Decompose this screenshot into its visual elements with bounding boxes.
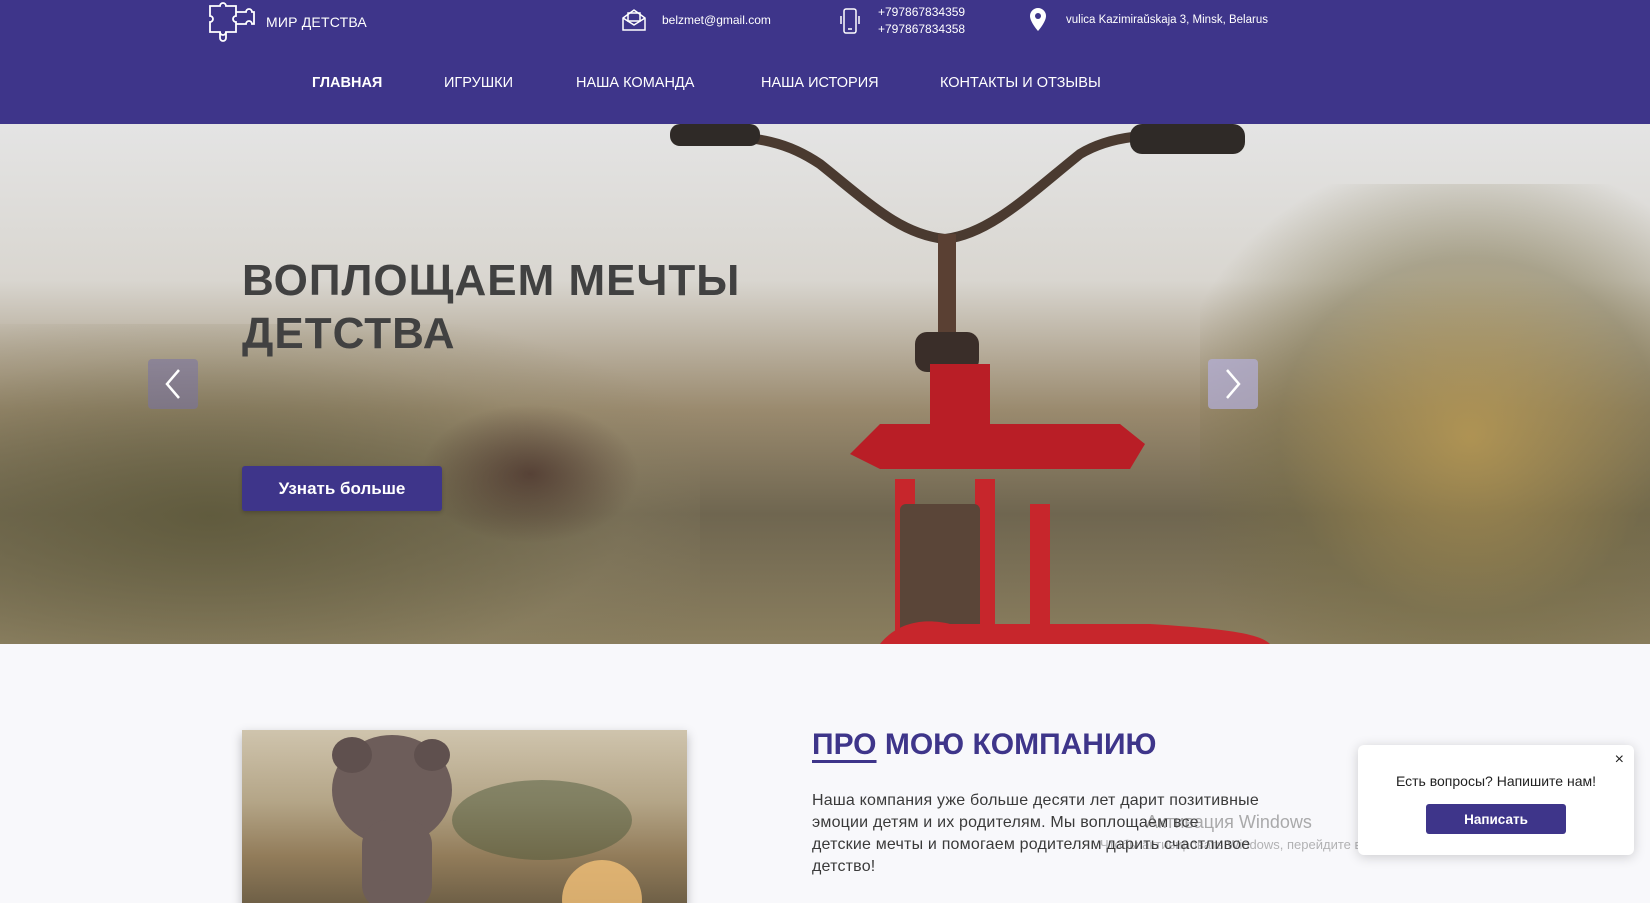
nav-item-home[interactable]: ГЛАВНАЯ	[312, 75, 382, 91]
nav-item-history[interactable]: НАША ИСТОРИЯ	[761, 75, 879, 91]
phone-icon	[836, 7, 864, 35]
puzzle-logo-icon	[209, 2, 255, 42]
tricycle-image	[670, 124, 1270, 644]
nav-item-toys[interactable]: ИГРУШКИ	[444, 75, 513, 91]
contact-phone[interactable]: +797867834359 +797867834358	[836, 4, 965, 38]
contact-address[interactable]: vulica Kazimiraŭskaja 3, Minsk, Belarus	[1024, 6, 1268, 34]
location-pin-icon	[1024, 6, 1052, 34]
hero-slider: ВОПЛОЩАЕМ МЕЧТЫ ДЕТСТВА Узнать больше	[0, 124, 1650, 644]
contact-email[interactable]: belzmet@gmail.com	[620, 6, 771, 34]
learn-more-button[interactable]: Узнать больше	[242, 466, 442, 511]
phone-2[interactable]: +797867834358	[878, 21, 965, 38]
nav-item-team[interactable]: НАША КОМАНДА	[576, 75, 694, 91]
chat-widget: × Есть вопросы? Напишите нам! Написать	[1358, 745, 1634, 855]
about-title: ПРО МОЮ КОМПАНИЮ	[812, 728, 1156, 762]
slider-next-button[interactable]	[1208, 359, 1258, 409]
about-title-accent: ПРО	[812, 728, 877, 761]
teddy-bear-photo	[332, 735, 642, 903]
logo[interactable]: МИР ДЕТСТВА	[206, 0, 367, 44]
close-icon[interactable]: ×	[1615, 751, 1624, 769]
slider-prev-button[interactable]	[148, 359, 198, 409]
brand-name: МИР ДЕТСТВА	[266, 14, 367, 30]
write-us-button[interactable]: Написать	[1426, 804, 1566, 834]
envelope-icon	[620, 6, 648, 34]
main-nav: ГЛАВНАЯ ИГРУШКИ НАША КОМАНДА НАША ИСТОРИ…	[0, 75, 1650, 97]
chevron-right-icon	[1226, 369, 1241, 399]
phone-1[interactable]: +797867834359	[878, 4, 965, 21]
site-header: МИР ДЕТСТВА belzmet@gmail.com +797867834…	[0, 0, 1650, 124]
address-text: vulica Kazimiraŭskaja 3, Minsk, Belarus	[1066, 13, 1268, 26]
about-teddy-bear-image	[242, 730, 687, 903]
chevron-left-icon	[165, 369, 180, 399]
nav-item-contacts[interactable]: КОНТАКТЫ И ОТЗЫВЫ	[940, 75, 1101, 91]
hero-title: ВОПЛОЩАЕМ МЕЧТЫ ДЕТСТВА	[242, 254, 842, 360]
hero-title-line1: ВОПЛОЩАЕМ МЕЧТЫ	[242, 256, 741, 305]
email-text: belzmet@gmail.com	[662, 12, 771, 27]
hero-title-line2: ДЕТСТВА	[242, 309, 456, 358]
windows-activation-watermark-title: Активация Windows	[1146, 812, 1312, 832]
about-title-rest: МОЮ КОМПАНИЮ	[876, 728, 1157, 761]
chat-question: Есть вопросы? Напишите нам!	[1395, 773, 1597, 789]
about-text: Наша компания уже больше десяти лет дари…	[812, 792, 1259, 875]
